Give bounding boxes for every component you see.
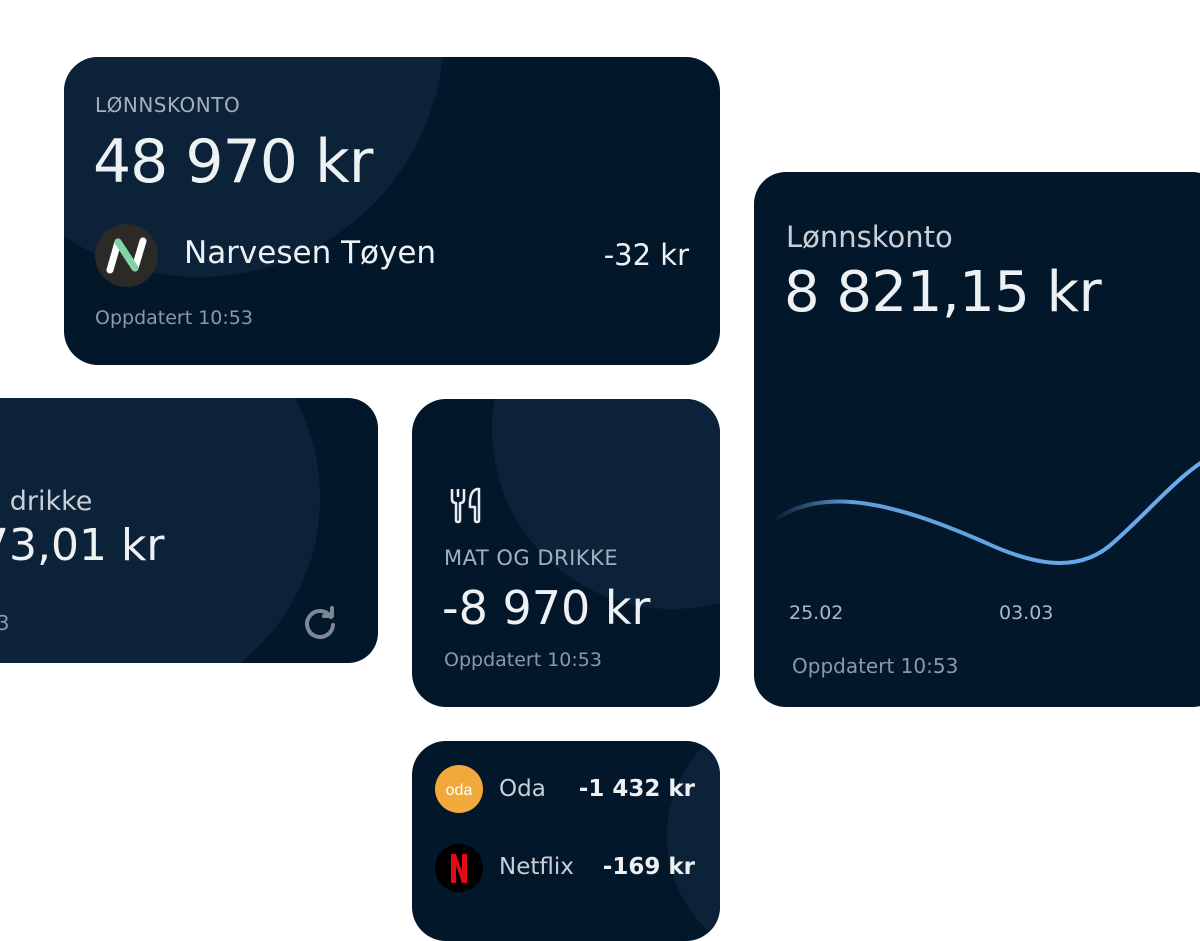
netflix-logo-icon — [435, 844, 483, 892]
transaction-amount: -169 kr — [602, 854, 695, 880]
account-label: LØNNSKONTO — [95, 93, 241, 117]
account-balance: 48 970 kr — [93, 127, 373, 197]
category-label: MAT OG DRIKKE — [444, 546, 619, 570]
account-chart-widget[interactable]: Lønnskonto 8 821,15 kr 25.02 03.03 Oppda… — [754, 172, 1200, 707]
updated-time: Oppdatert 10:53 — [95, 307, 253, 329]
updated-time: 53 — [0, 611, 10, 635]
transaction-name: Netflix — [499, 854, 574, 880]
narvesen-logo-icon — [95, 224, 158, 287]
transaction-amount: -32 kr — [603, 238, 689, 272]
fork-knife-icon — [447, 485, 487, 525]
category-widget[interactable]: MAT OG DRIKKE -8 970 kr Oppdatert 10:53 — [412, 399, 720, 707]
transaction-merchant: Narvesen Tøyen — [184, 235, 437, 271]
x-axis-label: 03.03 — [999, 602, 1054, 624]
x-axis-label: 25.02 — [789, 602, 844, 624]
category-widget-partial[interactable]: g drikke 73,01 kr 53 — [0, 398, 378, 663]
category-amount: 73,01 kr — [0, 520, 165, 571]
svg-text:oda: oda — [446, 782, 473, 799]
category-label: g drikke — [0, 486, 93, 517]
balance-line — [770, 461, 1200, 565]
category-amount: -8 970 kr — [442, 581, 651, 635]
account-label: Lønnskonto — [786, 220, 953, 254]
transactions-widget[interactable]: oda Oda -1 432 kr Netflix -169 kr — [412, 741, 720, 941]
oda-logo-icon: oda — [435, 765, 483, 813]
background-circle — [667, 741, 720, 941]
updated-time: Oppdatert 10:53 — [444, 649, 602, 671]
refresh-icon[interactable] — [300, 603, 340, 643]
account-balance: 8 821,15 kr — [784, 260, 1102, 325]
account-balance-widget[interactable]: LØNNSKONTO 48 970 kr Narvesen Tøyen -32 … — [64, 57, 720, 365]
transaction-name: Oda — [499, 776, 546, 802]
transaction-amount: -1 432 kr — [578, 776, 695, 802]
background-circle — [492, 399, 720, 609]
balance-chart — [754, 422, 1200, 592]
updated-time: Oppdatert 10:53 — [792, 654, 959, 678]
